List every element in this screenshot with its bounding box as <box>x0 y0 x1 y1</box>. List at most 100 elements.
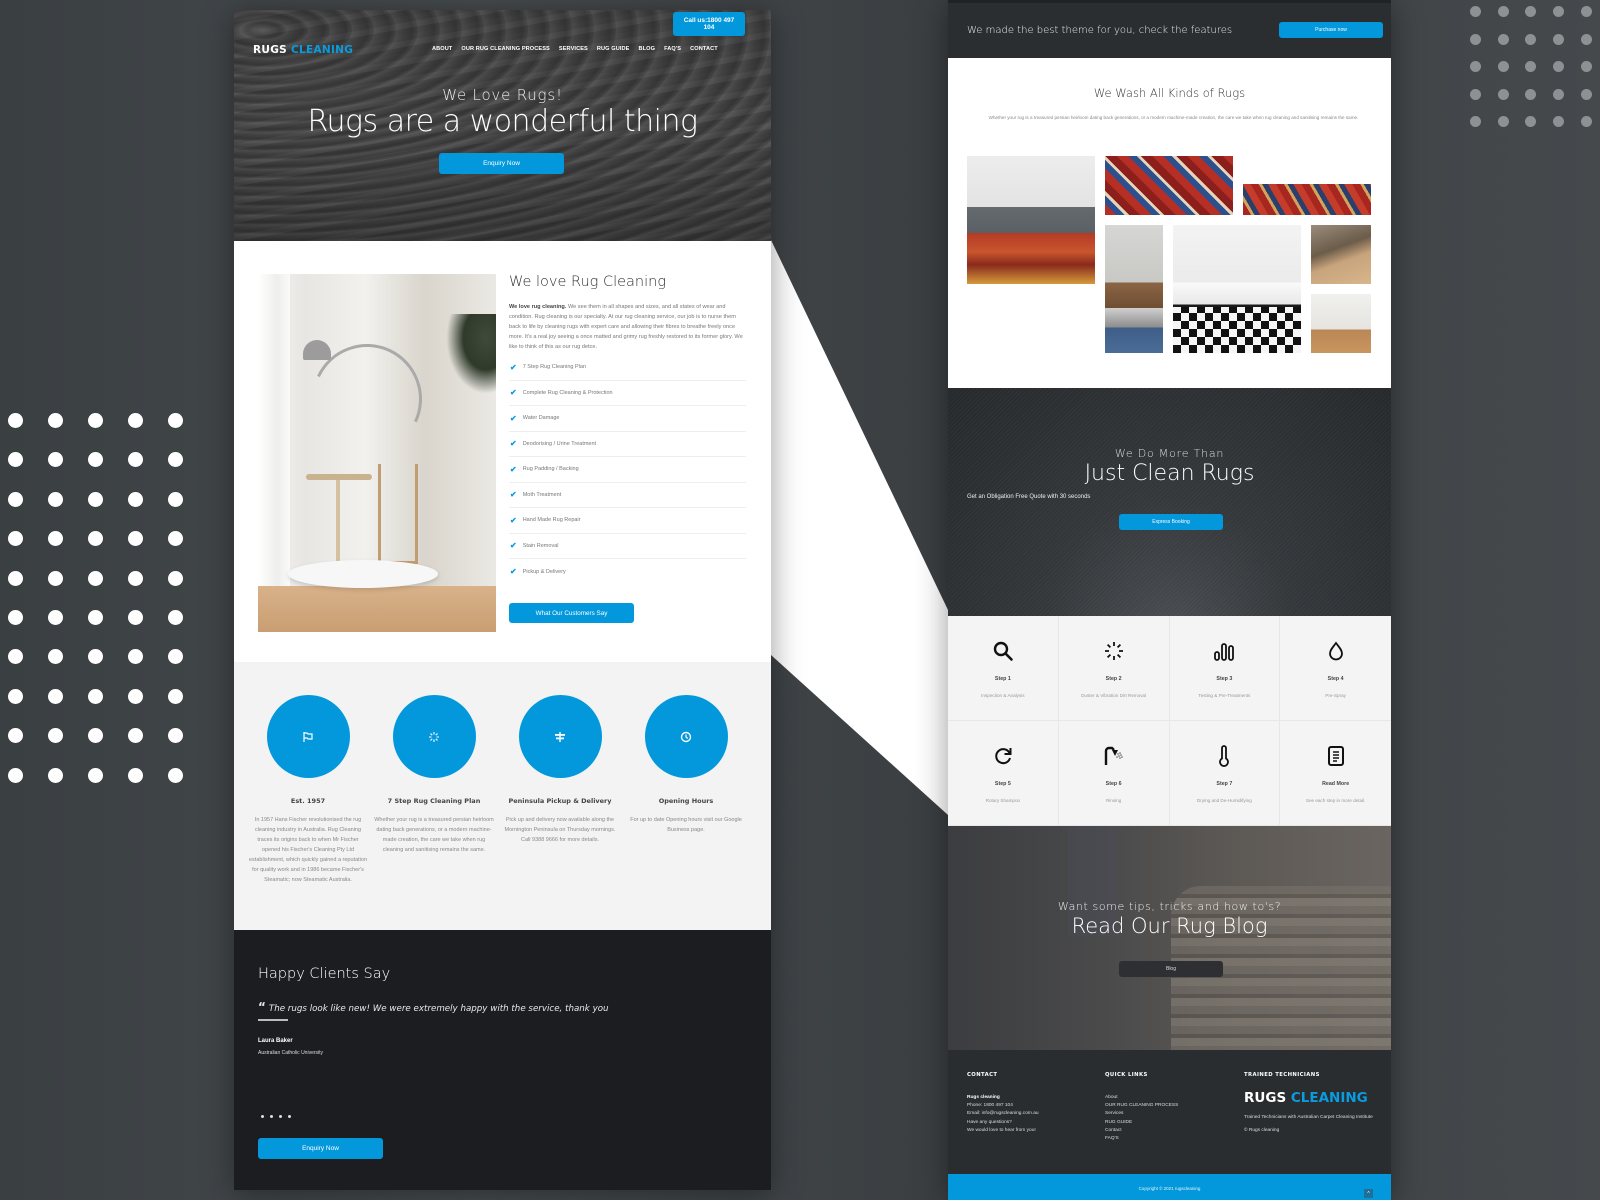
checklist-label: Deodorising / Urine Treatment <box>522 440 597 447</box>
logo-part2: CLEANING <box>290 44 354 56</box>
footer-questions: Have any questions? <box>967 1119 1012 1125</box>
step-desc: Drying and De-Humidifying <box>1196 798 1252 803</box>
customers-say-button[interactable]: What Our Customers Say <box>509 603 634 623</box>
gallery-image-room[interactable] <box>1311 294 1371 353</box>
step-card[interactable]: Step 6 Rinsing <box>1058 721 1170 826</box>
checklist-label: 7 Step Rug Cleaning Plan <box>522 364 586 371</box>
interior-photo <box>258 274 496 632</box>
testimonial-enquiry-button[interactable]: Enquiry Now <box>258 1138 383 1159</box>
carousel-dot[interactable] <box>279 1115 282 1118</box>
gallery-image-rattan-chair[interactable] <box>1105 225 1163 353</box>
feature-circle <box>392 695 476 778</box>
thermometer-icon <box>1219 745 1230 767</box>
feature-circle <box>644 695 728 778</box>
step-desc: Duster & Vibration Dirt Removal <box>1081 693 1147 698</box>
banner-quote-text: Get an Obligation Free Quote with 30 sec… <box>967 494 1091 500</box>
loader-icon <box>1104 642 1123 660</box>
step-label: Read More <box>1322 781 1350 787</box>
loader-icon <box>429 731 439 742</box>
step-card[interactable]: Step 1 Inspection & Analysis <box>948 616 1059 721</box>
search-icon <box>993 641 1013 661</box>
footer-link-rug-guide[interactable]: RUG GUIDE <box>1105 1120 1132 1125</box>
promo-bar: We made the best theme for you, check th… <box>948 0 1391 58</box>
step-card[interactable]: Step 5 Rotary Shampoo <box>948 721 1059 826</box>
testimonials-section: Happy Clients Say “The rugs look like ne… <box>234 930 771 1190</box>
footer-link-services[interactable]: Services <box>1105 1111 1123 1116</box>
feature-title: Est. 1957 <box>290 797 326 805</box>
check-icon: ✔ <box>510 490 517 500</box>
site-logo[interactable]: RUGS CLEANING <box>253 44 353 56</box>
gallery-image-bedroom[interactable] <box>1173 225 1301 353</box>
blog-button[interactable]: Blog <box>1119 961 1223 977</box>
checklist-label: Pickup & Delivery <box>522 568 566 575</box>
nav-process[interactable]: OUR RUG CLEANING PROCESS <box>461 46 550 52</box>
footer-logo: RUGS CLEANING <box>1244 1090 1374 1106</box>
rug-gallery-section: We Wash All Kinds of Rugs Whether your r… <box>948 58 1391 388</box>
feature-desc: Whether your rug is a treasured persian … <box>374 817 494 853</box>
nav-blog[interactable]: BLOG <box>639 46 656 52</box>
feature-desc: Pick up and delivery now available along… <box>504 817 616 843</box>
carousel-dot[interactable] <box>288 1115 291 1118</box>
footer-email[interactable]: Email: info@rugscleaning.com.au <box>967 1111 1039 1116</box>
nav-faqs[interactable]: FAQ'S <box>664 46 681 52</box>
footer-link-process[interactable]: OUR RUG CLEANING PROCESS <box>1105 1103 1178 1108</box>
footer-contact: CONTACT Rugs cleaning Phone: 1800 497 10… <box>967 1072 1039 1135</box>
gallery-image-rug-texture[interactable] <box>1311 225 1371 284</box>
purchase-now-button[interactable]: Purchase now <box>1279 22 1383 38</box>
checklist-item: ✔ Complete Rug Cleaning & Protection <box>509 381 746 406</box>
gallery-image-rolled-rug[interactable] <box>1243 184 1371 215</box>
checklist-item: ✔ Pickup & Delivery <box>509 559 746 585</box>
gallery-desc: Whether your rug is a treasured persian … <box>988 115 1359 120</box>
services-checklist: ✔ 7 Step Rug Cleaning Plan ✔ Complete Rug … <box>509 355 746 585</box>
carousel-dot[interactable] <box>270 1115 273 1118</box>
gallery-image-persian-rug[interactable] <box>1105 156 1233 215</box>
step-label: Step 6 <box>1105 781 1122 787</box>
step-card[interactable]: Step 3 Testing & Pre-Treatments <box>1169 616 1281 721</box>
checklist-label: Complete Rug Cleaning & Protection <box>522 389 613 396</box>
copyright-bar: Copyright © 2021 rugscleaning ^ <box>948 1174 1391 1200</box>
step-label: Step 5 <box>994 781 1011 787</box>
quote-icon: “ <box>258 1000 266 1014</box>
promo-text: We made the best theme for you, check th… <box>967 25 1233 36</box>
check-icon: ✔ <box>510 388 517 398</box>
carousel-dots <box>261 1115 291 1118</box>
main-nav: ABOUT OUR RUG CLEANING PROCESS SERVICES … <box>432 46 718 52</box>
express-booking-button[interactable]: Express Booking <box>1119 514 1223 530</box>
feature-card: 7 Step Rug Cleaning Plan Whether your ru… <box>374 695 494 855</box>
gallery-image-living-room[interactable] <box>967 156 1095 284</box>
drop-icon <box>1328 641 1343 661</box>
hero-section: Call us:1800 497 104 RUGS CLEANING ABOUT… <box>234 10 771 241</box>
scroll-top-button[interactable]: ^ <box>1364 1189 1373 1198</box>
checklist-item: ✔ Moth Treatment <box>509 483 746 508</box>
step-card[interactable]: Step 2 Duster & Vibration Dirt Removal <box>1058 616 1170 721</box>
footer-company-name: Rugs cleaning <box>967 1095 1000 1100</box>
document-icon <box>1327 746 1344 766</box>
hero-enquiry-button[interactable]: Enquiry Now <box>439 153 564 174</box>
checklist-item: ✔ Hand Made Rug Repair <box>509 508 746 534</box>
footer-phone[interactable]: Phone: 1800 497 104 <box>967 1103 1013 1108</box>
step-label: Step 2 <box>1105 676 1122 682</box>
nav-services[interactable]: SERVICES <box>559 46 588 52</box>
step-label: Step 3 <box>1216 676 1233 682</box>
nav-about[interactable]: ABOUT <box>432 46 452 52</box>
quote-text: The rugs look like new! We were extremel… <box>268 1004 609 1014</box>
footer-technicians: TRAINED TECHNICIANS RUGS CLEANING Traine… <box>1244 1072 1374 1133</box>
carousel-dot[interactable] <box>261 1115 264 1118</box>
footer-link-about[interactable]: About <box>1105 1095 1118 1100</box>
nav-rug-guide[interactable]: RUG GUIDE <box>597 46 630 52</box>
hero-subtitle: We Love Rugs! <box>442 86 563 104</box>
checklist-item: ✔ Stain Removal <box>509 534 746 559</box>
footer-link-contact[interactable]: Contact <box>1105 1128 1122 1133</box>
footer-link-faqs[interactable]: FAQ'S <box>1105 1136 1119 1141</box>
banner-title: Just Clean Rugs <box>1084 461 1255 486</box>
step-desc: See each step in more detail. <box>1305 798 1366 803</box>
step-label: Step 4 <box>1327 676 1344 682</box>
call-us-button[interactable]: Call us:1800 497 104 <box>673 12 745 36</box>
clock-icon <box>680 731 692 742</box>
nav-contact[interactable]: CONTACT <box>690 46 718 52</box>
step-card[interactable]: Step 4 Pre-Spray <box>1280 616 1391 721</box>
testimonial-organization: Australian Catholic University <box>258 1050 324 1056</box>
testimonials-title: Happy Clients Say <box>258 966 391 982</box>
step-card[interactable]: Read More See each step in more detail. <box>1280 721 1391 826</box>
step-card[interactable]: Step 7 Drying and De-Humidifying <box>1169 721 1281 826</box>
